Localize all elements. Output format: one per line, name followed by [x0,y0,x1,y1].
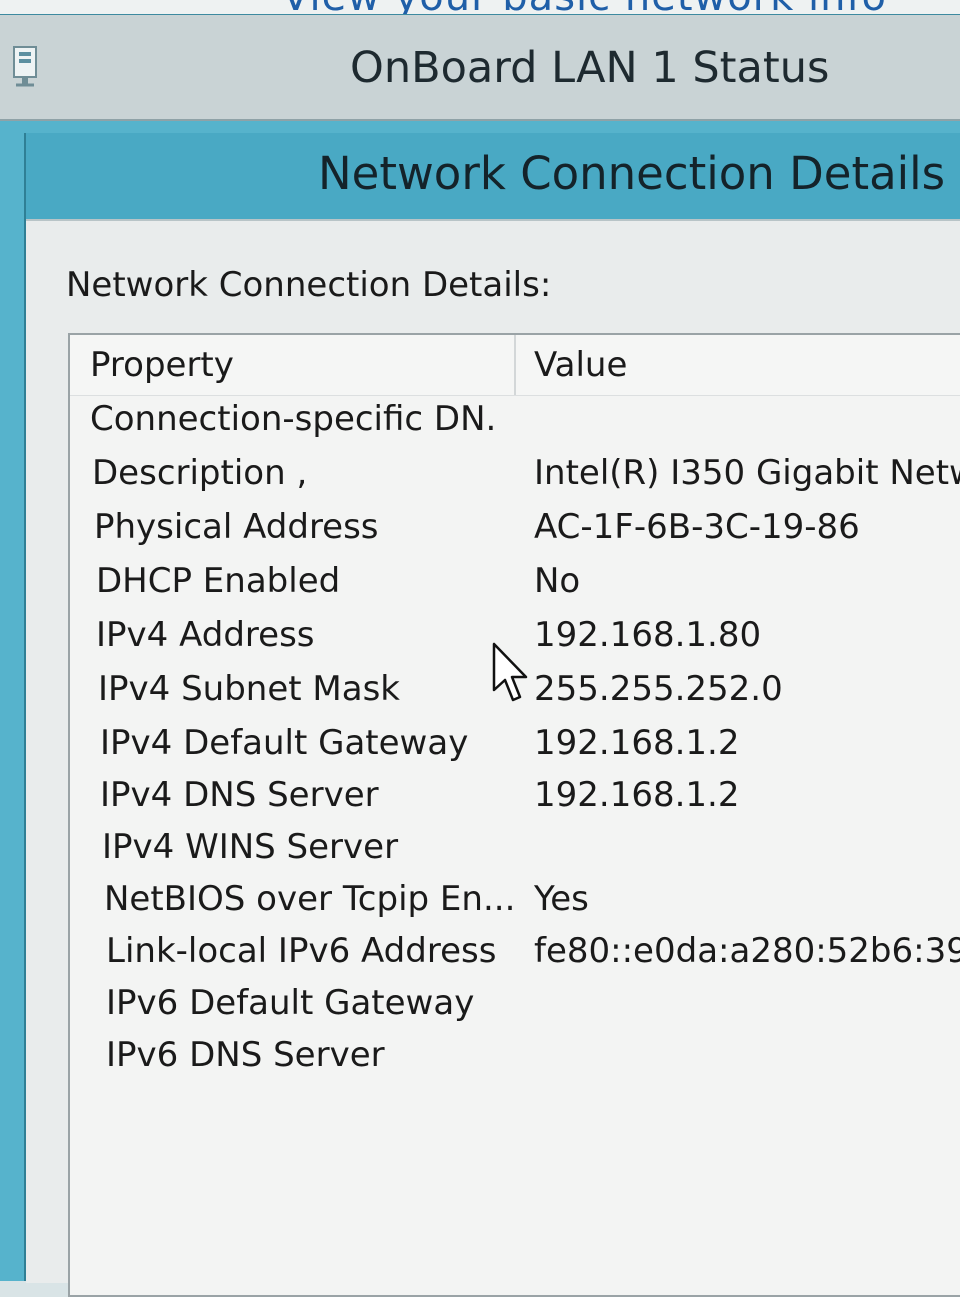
property-cell: Description , [92,453,308,493]
mouse-pointer-icon [492,642,528,702]
status-window: OnBoard LAN 1 Status Network Connection … [0,14,960,1297]
background-window-link[interactable]: View your basic network info [282,0,887,14]
network-adapter-icon [13,46,37,87]
value-cell: AC-1F-6B-3C-19-86 [534,507,860,547]
value-cell: 255.255.252.0 [534,669,783,709]
value-cell: Intel(R) I350 Gigabit Network [534,453,960,493]
property-cell: IPv4 Address [96,615,315,655]
table-row[interactable]: IPv4 DNS Server 192.168.1.2 [70,771,960,824]
property-cell: Physical Address [94,507,379,547]
background-window: View your basic network info [0,0,960,14]
property-cell: Link-local IPv6 Address [106,931,497,971]
table-row[interactable]: Description , Intel(R) I350 Gigabit Netw… [70,449,960,502]
column-divider[interactable] [514,335,516,395]
table-row[interactable]: IPv6 Default Gateway [70,979,960,1032]
details-listview[interactable]: Property Value Connection-specific DN...… [68,333,960,1297]
value-cell: Yes [534,879,589,919]
property-cell: Connection-specific DN... [90,399,500,439]
value-cell: fe80::e0da:a280:52b6:3940% [534,931,960,971]
value-cell: 192.168.1.2 [534,723,740,763]
property-cell: DHCP Enabled [96,561,341,601]
column-header-property[interactable]: Property [90,345,234,385]
listview-body: Connection-specific DN... Description , … [70,395,960,1295]
details-group-label: Network Connection Details: [66,265,552,305]
listview-header: Property Value [70,335,960,396]
table-row[interactable]: IPv4 WINS Server [70,823,960,876]
property-cell: IPv4 Subnet Mask [98,669,400,709]
table-row[interactable]: IPv4 Default Gateway 192.168.1.2 [70,719,960,772]
value-cell: 192.168.1.2 [534,775,740,815]
property-cell: IPv4 WINS Server [102,827,399,867]
status-window-titlebar[interactable]: OnBoard LAN 1 Status [0,15,960,121]
property-cell: IPv4 DNS Server [100,775,379,815]
status-window-title: OnBoard LAN 1 Status [350,43,830,93]
table-row[interactable]: Physical Address AC-1F-6B-3C-19-86 [70,503,960,556]
details-dialog-title: Network Connection Details [318,147,946,200]
details-dialog-titlebar[interactable]: Network Connection Details [26,133,960,219]
table-row[interactable]: NetBIOS over Tcpip En... Yes [70,875,960,928]
property-cell: IPv6 Default Gateway [106,983,475,1023]
value-cell: No [534,561,581,601]
property-cell: NetBIOS over Tcpip En... [104,879,514,919]
column-header-value[interactable]: Value [534,345,627,385]
table-row[interactable]: Connection-specific DN... [70,395,960,448]
property-cell: IPv6 DNS Server [106,1035,385,1075]
details-dialog-client: Network Connection Details: Property Val… [26,219,960,1297]
table-row[interactable]: Link-local IPv6 Address fe80::e0da:a280:… [70,927,960,980]
property-cell: IPv4 Default Gateway [100,723,469,763]
value-cell: 192.168.1.80 [534,615,762,655]
table-row[interactable]: IPv6 DNS Server [70,1031,960,1084]
table-row[interactable]: DHCP Enabled No [70,557,960,610]
